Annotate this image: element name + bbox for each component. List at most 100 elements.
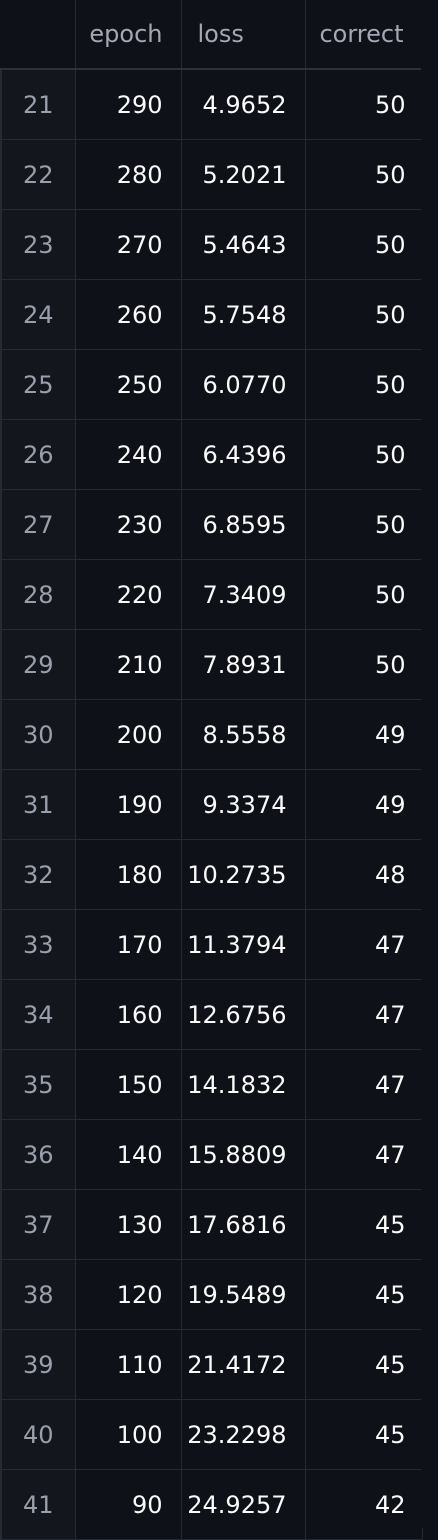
loss-cell[interactable]: 24.9257 bbox=[181, 1469, 306, 1540]
epoch-cell[interactable]: 130 bbox=[75, 1189, 182, 1260]
epoch-cell[interactable]: 230 bbox=[75, 489, 182, 560]
row-index-cell[interactable]: 22 bbox=[0, 139, 76, 210]
dataframe-grid[interactable]: epoch loss correct 21 290 4.9652 50 22 280 5.2… bbox=[0, 0, 438, 1540]
loss-cell[interactable]: 17.6816 bbox=[181, 1189, 306, 1260]
loss-cell[interactable]: 21.4172 bbox=[181, 1329, 306, 1400]
data-table: epoch loss correct 21 290 4.9652 50 22 280 5.2… bbox=[0, 0, 423, 1540]
loss-cell[interactable]: 6.0770 bbox=[181, 349, 306, 420]
correct-cell[interactable]: 50 bbox=[305, 139, 423, 210]
epoch-cell[interactable]: 190 bbox=[75, 769, 182, 840]
loss-cell[interactable]: 5.4643 bbox=[181, 209, 306, 280]
epoch-cell[interactable]: 160 bbox=[75, 979, 182, 1050]
loss-cell[interactable]: 12.6756 bbox=[181, 979, 306, 1050]
correct-cell[interactable]: 49 bbox=[305, 699, 423, 770]
correct-cell[interactable]: 45 bbox=[305, 1189, 423, 1260]
loss-cell[interactable]: 8.5558 bbox=[181, 699, 306, 770]
row-index-cell[interactable]: 21 bbox=[0, 69, 76, 140]
loss-cell[interactable]: 14.1832 bbox=[181, 1049, 306, 1120]
epoch-cell[interactable]: 290 bbox=[75, 69, 182, 140]
table-row: 38 120 19.5489 45 bbox=[0, 1259, 423, 1330]
epoch-cell[interactable]: 250 bbox=[75, 349, 182, 420]
loss-cell[interactable]: 4.9652 bbox=[181, 69, 306, 140]
epoch-cell[interactable]: 180 bbox=[75, 839, 182, 910]
loss-cell[interactable]: 6.8595 bbox=[181, 489, 306, 560]
correct-cell[interactable]: 50 bbox=[305, 629, 423, 700]
row-index-cell[interactable]: 25 bbox=[0, 349, 76, 420]
row-index-cell[interactable]: 31 bbox=[0, 769, 76, 840]
epoch-cell[interactable]: 260 bbox=[75, 279, 182, 350]
table-row: 24 260 5.7548 50 bbox=[0, 279, 423, 350]
row-index-cell[interactable]: 33 bbox=[0, 909, 76, 980]
loss-cell[interactable]: 10.2735 bbox=[181, 839, 306, 910]
row-index-cell[interactable]: 23 bbox=[0, 209, 76, 280]
header-index[interactable] bbox=[1, 0, 76, 70]
epoch-cell[interactable]: 220 bbox=[75, 559, 182, 630]
row-index-cell[interactable]: 34 bbox=[0, 979, 76, 1050]
header-epoch[interactable]: epoch bbox=[75, 0, 182, 70]
correct-cell[interactable]: 47 bbox=[305, 1049, 423, 1120]
header-loss[interactable]: loss bbox=[181, 0, 306, 70]
loss-cell[interactable]: 19.5489 bbox=[181, 1259, 306, 1330]
correct-cell[interactable]: 50 bbox=[305, 279, 423, 350]
table-row: 21 290 4.9652 50 bbox=[0, 69, 423, 140]
epoch-cell[interactable]: 120 bbox=[75, 1259, 182, 1330]
loss-cell[interactable]: 23.2298 bbox=[181, 1399, 306, 1470]
loss-cell[interactable]: 6.4396 bbox=[181, 419, 306, 490]
row-index-cell[interactable]: 41 bbox=[0, 1469, 76, 1540]
correct-cell[interactable]: 45 bbox=[305, 1329, 423, 1400]
table-row: 40 100 23.2298 45 bbox=[0, 1399, 423, 1470]
correct-cell[interactable]: 45 bbox=[305, 1259, 423, 1330]
row-index-cell[interactable]: 40 bbox=[0, 1399, 76, 1470]
correct-cell[interactable]: 50 bbox=[305, 559, 423, 630]
correct-cell[interactable]: 45 bbox=[305, 1399, 423, 1470]
loss-cell[interactable]: 7.3409 bbox=[181, 559, 306, 630]
epoch-cell[interactable]: 100 bbox=[75, 1399, 182, 1470]
epoch-cell[interactable]: 170 bbox=[75, 909, 182, 980]
row-index-cell[interactable]: 32 bbox=[0, 839, 76, 910]
loss-cell[interactable]: 7.8931 bbox=[181, 629, 306, 700]
row-index-cell[interactable]: 30 bbox=[0, 699, 76, 770]
table-row: 33 170 11.3794 47 bbox=[0, 909, 423, 980]
row-index-cell[interactable]: 37 bbox=[0, 1189, 76, 1260]
row-index-cell[interactable]: 24 bbox=[0, 279, 76, 350]
header-correct[interactable]: correct bbox=[305, 0, 423, 70]
row-index-cell[interactable]: 39 bbox=[0, 1329, 76, 1400]
epoch-cell[interactable]: 270 bbox=[75, 209, 182, 280]
correct-cell[interactable]: 50 bbox=[305, 419, 423, 490]
epoch-cell[interactable]: 140 bbox=[75, 1119, 182, 1190]
epoch-cell[interactable]: 150 bbox=[75, 1049, 182, 1120]
row-index-cell[interactable]: 28 bbox=[0, 559, 76, 630]
scrollbar-track[interactable] bbox=[421, 0, 438, 1528]
loss-cell[interactable]: 11.3794 bbox=[181, 909, 306, 980]
loss-cell[interactable]: 5.2021 bbox=[181, 139, 306, 210]
epoch-cell[interactable]: 110 bbox=[75, 1329, 182, 1400]
epoch-cell[interactable]: 200 bbox=[75, 699, 182, 770]
epoch-cell[interactable]: 280 bbox=[75, 139, 182, 210]
table-row: 25 250 6.0770 50 bbox=[0, 349, 423, 420]
table-row: 23 270 5.4643 50 bbox=[0, 209, 423, 280]
correct-cell[interactable]: 50 bbox=[305, 349, 423, 420]
correct-cell[interactable]: 49 bbox=[305, 769, 423, 840]
row-index-cell[interactable]: 38 bbox=[0, 1259, 76, 1330]
table-row: 39 110 21.4172 45 bbox=[0, 1329, 423, 1400]
row-index-cell[interactable]: 36 bbox=[0, 1119, 76, 1190]
correct-cell[interactable]: 50 bbox=[305, 69, 423, 140]
epoch-cell[interactable]: 240 bbox=[75, 419, 182, 490]
correct-cell[interactable]: 47 bbox=[305, 979, 423, 1050]
correct-cell[interactable]: 48 bbox=[305, 839, 423, 910]
correct-cell[interactable]: 50 bbox=[305, 489, 423, 560]
row-index-cell[interactable]: 35 bbox=[0, 1049, 76, 1120]
row-index-cell[interactable]: 27 bbox=[0, 489, 76, 560]
loss-cell[interactable]: 9.3374 bbox=[181, 769, 306, 840]
epoch-cell[interactable]: 90 bbox=[75, 1469, 182, 1540]
row-index-cell[interactable]: 29 bbox=[0, 629, 76, 700]
correct-cell[interactable]: 47 bbox=[305, 909, 423, 980]
table-row: 41 90 24.9257 42 bbox=[0, 1469, 423, 1540]
correct-cell[interactable]: 47 bbox=[305, 1119, 423, 1190]
correct-cell[interactable]: 42 bbox=[305, 1469, 423, 1540]
row-index-cell[interactable]: 26 bbox=[0, 419, 76, 490]
correct-cell[interactable]: 50 bbox=[305, 209, 423, 280]
epoch-cell[interactable]: 210 bbox=[75, 629, 182, 700]
loss-cell[interactable]: 5.7548 bbox=[181, 279, 306, 350]
loss-cell[interactable]: 15.8809 bbox=[181, 1119, 306, 1190]
